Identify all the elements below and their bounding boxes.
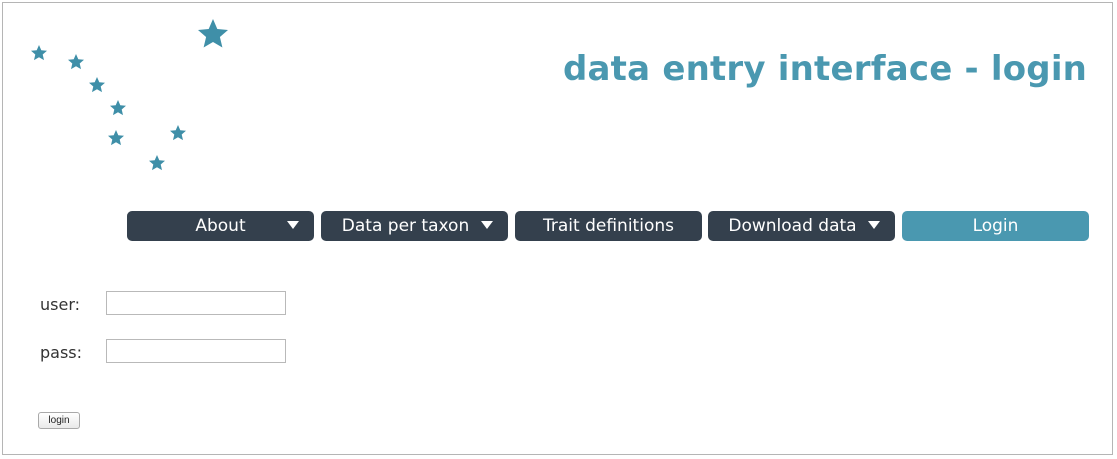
page-title: data entry interface - login — [563, 49, 1088, 89]
password-input[interactable] — [106, 339, 286, 363]
nav-item-download-data[interactable]: Download data — [708, 211, 895, 241]
user-label: user: — [40, 295, 81, 314]
star-icon — [89, 77, 105, 93]
caret-down-icon — [481, 221, 493, 229]
star-constellation-logo — [31, 19, 228, 171]
star-icon — [170, 125, 186, 141]
star-icon — [149, 155, 165, 171]
star-icon-group — [31, 19, 228, 171]
nav-item-about[interactable]: About — [127, 211, 314, 241]
nav-item-trait-definitions[interactable]: Trait definitions — [515, 211, 702, 241]
page-frame: data entry interface - login About Data … — [2, 2, 1113, 455]
nav-item-label: Trait definitions — [543, 216, 674, 236]
star-icon — [108, 130, 124, 146]
nav-item-data-per-taxon[interactable]: Data per taxon — [321, 211, 508, 241]
star-icon — [31, 45, 47, 61]
star-icon — [198, 19, 228, 48]
nav-item-login[interactable]: Login — [902, 211, 1089, 241]
user-input[interactable] — [106, 291, 286, 315]
nav-item-label: Download data — [728, 216, 857, 236]
pass-label: pass: — [40, 343, 83, 362]
login-submit-button[interactable]: login — [38, 412, 80, 429]
star-icon — [110, 100, 126, 116]
caret-down-icon — [287, 221, 299, 229]
nav-item-label: Login — [972, 216, 1019, 236]
nav-item-label: About — [195, 216, 246, 236]
caret-down-icon — [868, 221, 880, 229]
nav-item-label: Data per taxon — [341, 216, 470, 236]
star-icon — [68, 54, 84, 70]
